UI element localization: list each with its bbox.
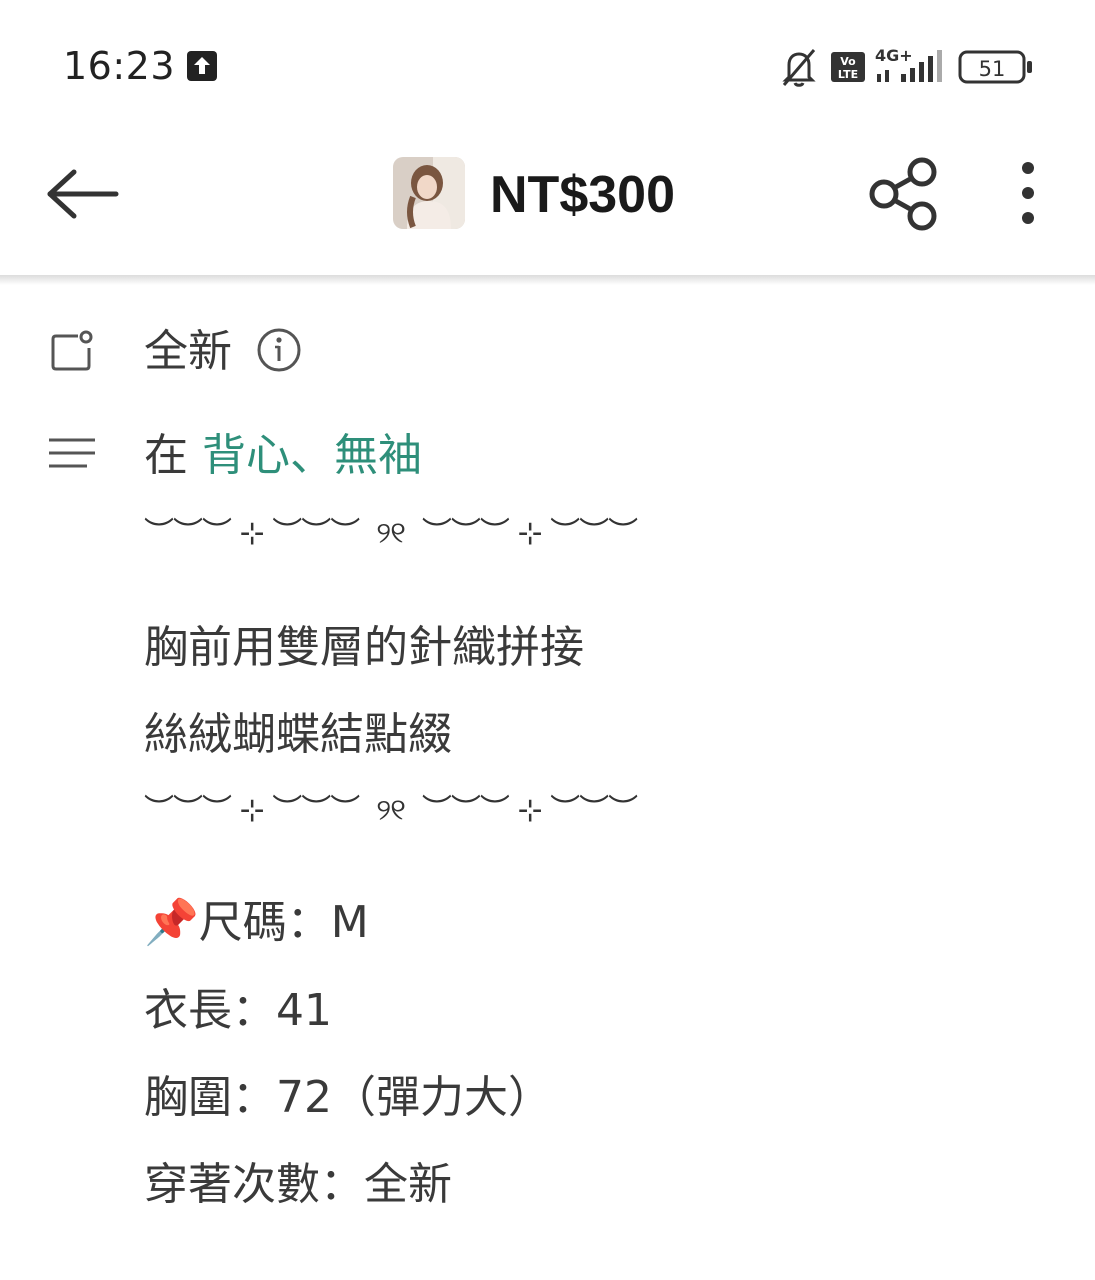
decoration-divider: ︶︶︶ ⊹ ︶︶︶ ୨୧ ︶︶︶ ⊹ ︶︶︶ xyxy=(144,516,638,551)
volte-icon: Vo LTE xyxy=(831,52,865,82)
upload-icon xyxy=(187,51,217,81)
condition-tag-icon xyxy=(51,330,93,371)
chest-line: 胸圍：72（彈力大） xyxy=(144,1072,552,1123)
decoration-divider: ︶︶︶ ⊹ ︶︶︶ ୨୧ ︶︶︶ ⊹ ︶︶︶ xyxy=(144,793,638,828)
category-link[interactable]: 背心、無袖 xyxy=(202,430,422,481)
app-header: NT$300 xyxy=(0,130,1095,275)
category-list-icon xyxy=(49,438,95,468)
svg-text:Vo: Vo xyxy=(840,55,856,68)
info-icon[interactable] xyxy=(256,327,302,373)
description-line: 胸前用雙層的針織拼接 xyxy=(144,622,584,673)
status-bar: 16:23 Vo LTE 4G+ 51 xyxy=(0,0,1095,130)
header-divider xyxy=(0,275,1095,285)
share-icon[interactable] xyxy=(866,156,942,232)
signal-icon: 4G+ xyxy=(875,46,942,82)
more-vertical-icon[interactable] xyxy=(1012,160,1044,226)
network-type: 4G+ xyxy=(875,46,913,65)
back-arrow-icon[interactable] xyxy=(44,168,120,220)
bell-muted-icon xyxy=(782,49,816,87)
battery-level: 51 xyxy=(979,57,1006,81)
category-prefix: 在 xyxy=(144,430,202,481)
length-line: 衣長：41 xyxy=(144,985,332,1036)
size-line: 📌尺碼：M xyxy=(144,897,369,948)
status-time: 16:23 xyxy=(63,44,176,88)
product-thumbnail[interactable] xyxy=(393,157,465,229)
category-row: 在 背心、無袖 xyxy=(144,428,422,484)
battery-icon: 51 xyxy=(958,50,1032,84)
condition-label: 全新 xyxy=(144,326,232,377)
price-label: NT$300 xyxy=(490,166,675,224)
wear-count-line: 穿著次數：全新 xyxy=(144,1159,452,1210)
description-line: 絲絨蝴蝶結點綴 xyxy=(144,709,452,760)
svg-text:LTE: LTE xyxy=(838,68,858,81)
